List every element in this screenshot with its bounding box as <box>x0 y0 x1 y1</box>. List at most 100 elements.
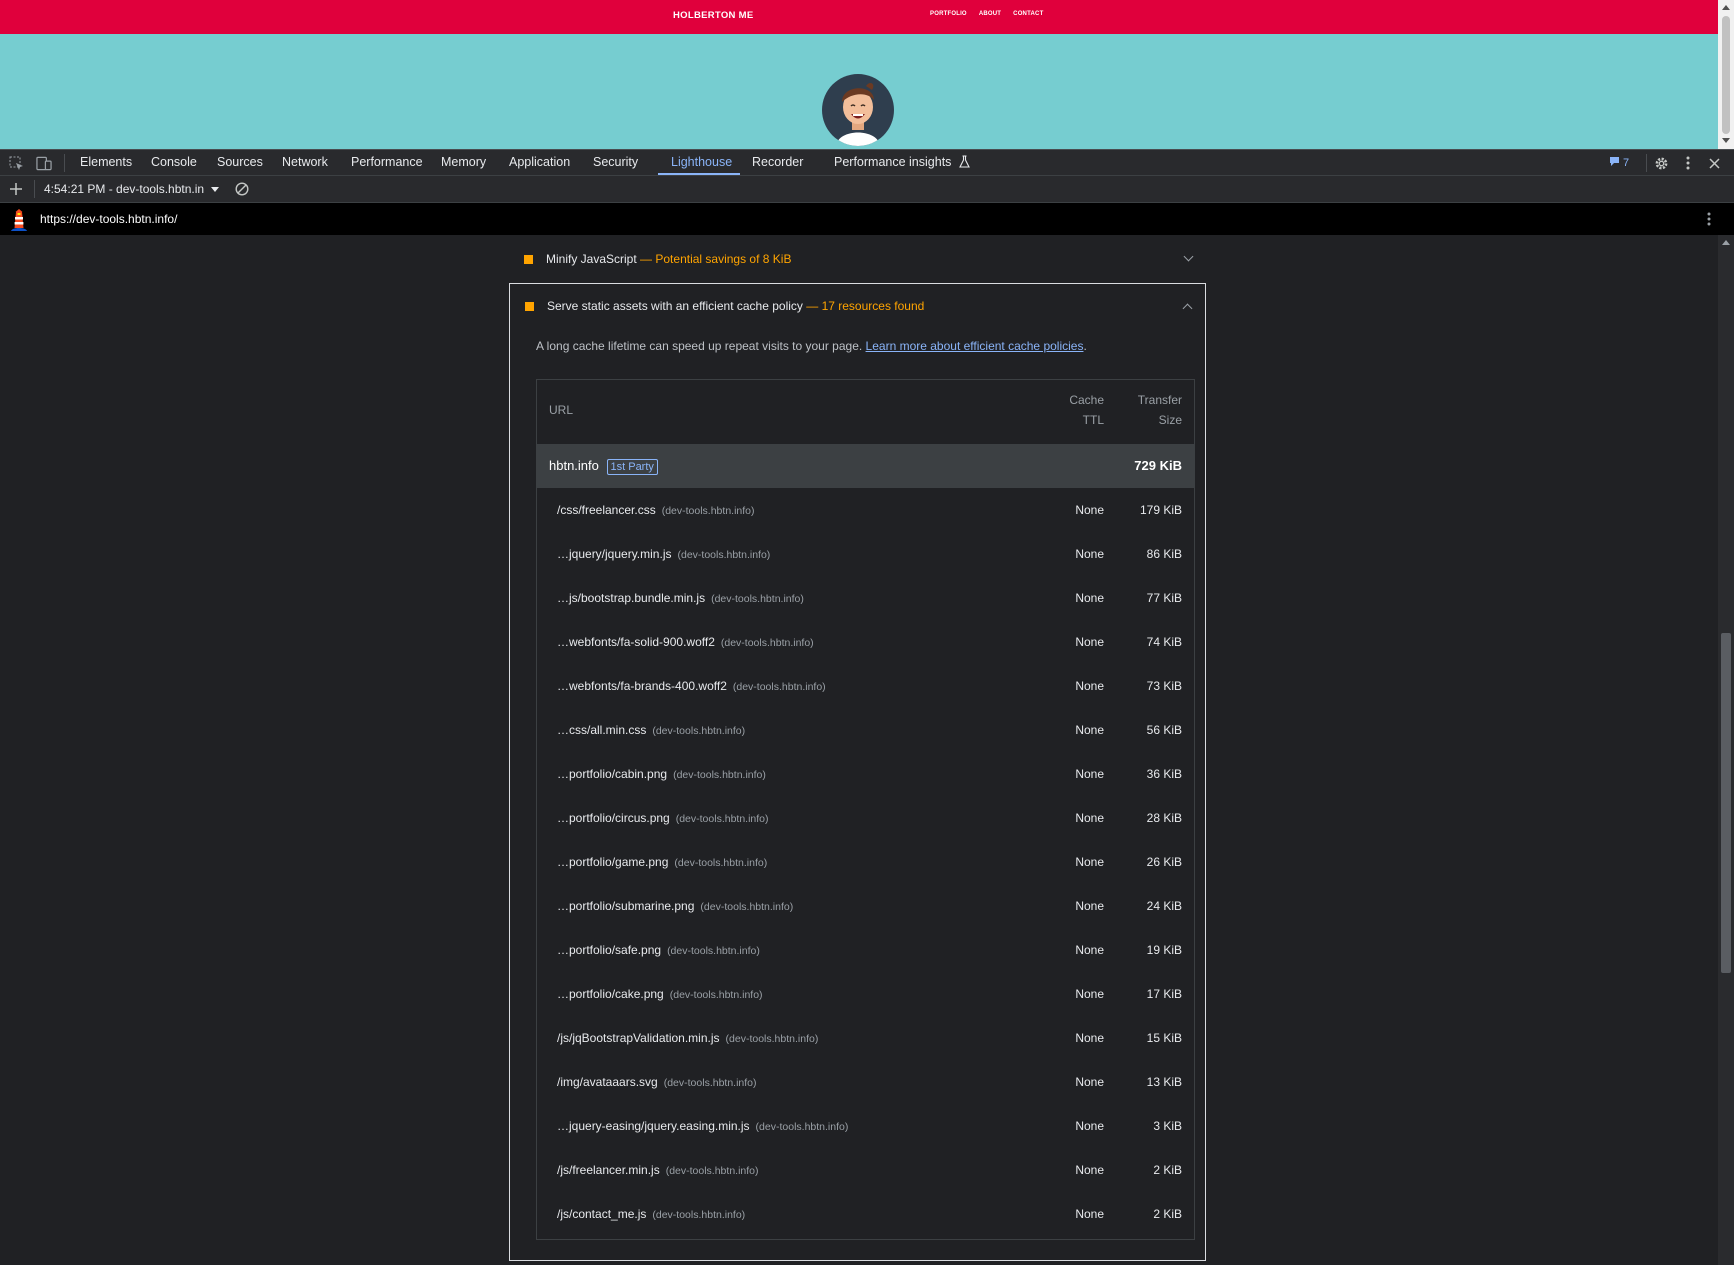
tab-performance[interactable]: Performance <box>351 150 423 175</box>
resource-path: …js/bootstrap.bundle.min.js <box>557 591 706 605</box>
tab-network[interactable]: Network <box>282 150 328 175</box>
resource-url[interactable]: …jquery-easing/jquery.easing.min.js (dev-… <box>557 1119 848 1133</box>
resource-host: (dev-tools.hbtn.info) <box>725 1033 819 1045</box>
entity-name: hbtn.info 1st Party <box>549 458 658 475</box>
description-period: . <box>1083 339 1087 353</box>
transfer-size: 77 KiB <box>1146 591 1182 605</box>
avatar <box>822 74 894 146</box>
report-selector[interactable]: 4:54:21 PM - dev-tools.hbtn.in <box>44 182 204 196</box>
tab-lighthouse[interactable]: Lighthouse <box>671 150 732 175</box>
tab-security[interactable]: Security <box>593 150 638 175</box>
transfer-size: 28 KiB <box>1146 811 1182 825</box>
resource-url[interactable]: /js/jqBootstrapValidation.min.js (dev-too… <box>557 1031 818 1045</box>
page-viewport: HOLBERTON ME PORTFOLIO ABOUT CONTACT <box>0 0 1718 149</box>
resource-url[interactable]: …js/bootstrap.bundle.min.js (dev-tools.hb… <box>557 591 804 605</box>
table-row: /css/freelancer.css (dev-tools.hbtn.info)… <box>537 488 1194 532</box>
scroll-down-arrow-icon[interactable] <box>1722 138 1730 143</box>
resource-url[interactable]: /js/contact_me.js (dev-tools.hbtn.info) <box>557 1207 745 1221</box>
resource-url[interactable]: …portfolio/circus.png (dev-tools.hbtn.inf… <box>557 811 769 825</box>
resource-url[interactable]: …webfonts/fa-solid-900.woff2 (dev-tools.h… <box>557 635 814 649</box>
warning-square-icon <box>524 255 533 264</box>
toolbar-divider <box>64 154 65 172</box>
chevron-down-icon[interactable] <box>1183 251 1194 262</box>
page-scrollbar[interactable] <box>1718 0 1734 149</box>
resource-path: /js/jqBootstrapValidation.min.js <box>557 1031 720 1045</box>
report-url[interactable]: https://dev-tools.hbtn.info/ <box>40 212 177 226</box>
table-row: …jquery/jquery.min.js (dev-tools.hbtn.inf… <box>537 532 1194 576</box>
cache-ttl: None <box>1075 547 1104 561</box>
cache-ttl: None <box>1075 1207 1104 1221</box>
resource-host: (dev-tools.hbtn.info) <box>652 1209 746 1221</box>
tab-sources[interactable]: Sources <box>217 150 263 175</box>
resource-path: /js/freelancer.min.js <box>557 1163 660 1177</box>
resource-url[interactable]: …portfolio/game.png (dev-tools.hbtn.info) <box>557 855 767 869</box>
table-row: …jquery-easing/jquery.easing.min.js (dev-… <box>537 1104 1194 1148</box>
settings-icon[interactable] <box>1653 155 1669 171</box>
resource-host: (dev-tools.hbtn.info) <box>675 813 769 825</box>
resource-path: …jquery-easing/jquery.easing.min.js <box>557 1119 750 1133</box>
site-nav-links: PORTFOLIO ABOUT CONTACT <box>930 11 1043 17</box>
nav-link-about[interactable]: ABOUT <box>979 11 1001 17</box>
cache-ttl: None <box>1075 811 1104 825</box>
table-row: /js/jqBootstrapValidation.min.js (dev-too… <box>537 1016 1194 1060</box>
add-icon[interactable] <box>8 181 24 197</box>
audit-minify-javascript[interactable]: Minify JavaScript — Potential savings of… <box>509 237 1206 281</box>
resource-url[interactable]: /js/freelancer.min.js (dev-tools.hbtn.inf… <box>557 1163 759 1177</box>
transfer-size: 17 KiB <box>1146 987 1182 1001</box>
transfer-size: 73 KiB <box>1146 679 1182 693</box>
lighthouse-toolbar: 4:54:21 PM - dev-tools.hbtn.in <box>0 176 1734 203</box>
active-tab-indicator <box>658 173 740 175</box>
nav-link-portfolio[interactable]: PORTFOLIO <box>930 11 967 17</box>
audit-description: A long cache lifetime can speed up repea… <box>536 339 1087 353</box>
tab-memory[interactable]: Memory <box>441 150 486 175</box>
issues-icon <box>1609 156 1620 170</box>
cache-ttl: None <box>1075 899 1104 913</box>
tab-elements[interactable]: Elements <box>80 150 132 175</box>
audit-cache-policy: Serve static assets with an efficient ca… <box>509 283 1206 1261</box>
resource-url[interactable]: /img/avataaars.svg (dev-tools.hbtn.info) <box>557 1075 757 1089</box>
tab-recorder[interactable]: Recorder <box>752 150 803 175</box>
site-brand[interactable]: HOLBERTON ME <box>673 10 753 21</box>
cache-ttl: None <box>1075 943 1104 957</box>
resource-host: (dev-tools.hbtn.info) <box>667 945 760 957</box>
clear-icon[interactable] <box>234 181 250 197</box>
device-toolbar-icon[interactable] <box>36 155 52 171</box>
resource-url[interactable]: /css/freelancer.css (dev-tools.hbtn.info) <box>557 503 755 517</box>
inspect-element-icon[interactable] <box>8 155 24 171</box>
table-row: …portfolio/circus.png (dev-tools.hbtn.inf… <box>537 796 1194 840</box>
resource-url[interactable]: …portfolio/submarine.png (dev-tools.hbtn.… <box>557 899 793 913</box>
report-scrollbar[interactable] <box>1718 235 1734 1265</box>
page-scroll-thumb[interactable] <box>1722 16 1730 134</box>
resource-path: …portfolio/game.png <box>557 855 669 869</box>
resource-url[interactable]: …portfolio/safe.png (dev-tools.hbtn.info) <box>557 943 760 957</box>
nav-link-contact[interactable]: CONTACT <box>1013 11 1043 17</box>
audit-title[interactable]: Serve static assets with an efficient ca… <box>547 299 924 313</box>
issues-counter[interactable]: 7 <box>1609 156 1629 170</box>
table-row: …portfolio/cake.png (dev-tools.hbtn.info)… <box>537 972 1194 1016</box>
table-row: …css/all.min.css (dev-tools.hbtn.info) Non… <box>537 708 1194 752</box>
resource-path: /css/freelancer.css <box>557 503 656 517</box>
cache-ttl: None <box>1075 635 1104 649</box>
resource-path: …portfolio/safe.png <box>557 943 662 957</box>
cache-ttl: None <box>1075 1031 1104 1045</box>
cache-ttl: None <box>1075 591 1104 605</box>
transfer-size: 86 KiB <box>1146 547 1182 561</box>
chevron-up-icon[interactable] <box>1182 303 1193 314</box>
report-more-options-icon[interactable] <box>1707 212 1711 231</box>
tab-console[interactable]: Console <box>151 150 197 175</box>
tab-application[interactable]: Application <box>509 150 570 175</box>
scroll-up-arrow-icon[interactable] <box>1722 240 1730 245</box>
tab-performance-insights[interactable]: Performance insights <box>834 150 970 175</box>
learn-more-link[interactable]: Learn more about efficient cache policie… <box>866 339 1084 353</box>
resource-url[interactable]: …webfonts/fa-brands-400.woff2 (dev-tools.… <box>557 679 826 693</box>
close-icon[interactable] <box>1706 155 1722 171</box>
chevron-down-icon[interactable] <box>211 187 219 192</box>
resource-url[interactable]: …portfolio/cabin.png (dev-tools.hbtn.info… <box>557 767 766 781</box>
resource-url[interactable]: …portfolio/cake.png (dev-tools.hbtn.info) <box>557 987 763 1001</box>
resource-host: (dev-tools.hbtn.info) <box>732 681 826 693</box>
resource-url[interactable]: …css/all.min.css (dev-tools.hbtn.info) <box>557 723 745 737</box>
more-options-icon[interactable] <box>1680 155 1696 171</box>
scroll-up-arrow-icon[interactable] <box>1722 5 1730 10</box>
report-scroll-thumb[interactable] <box>1721 633 1731 973</box>
resource-url[interactable]: …jquery/jquery.min.js (dev-tools.hbtn.inf… <box>557 547 770 561</box>
